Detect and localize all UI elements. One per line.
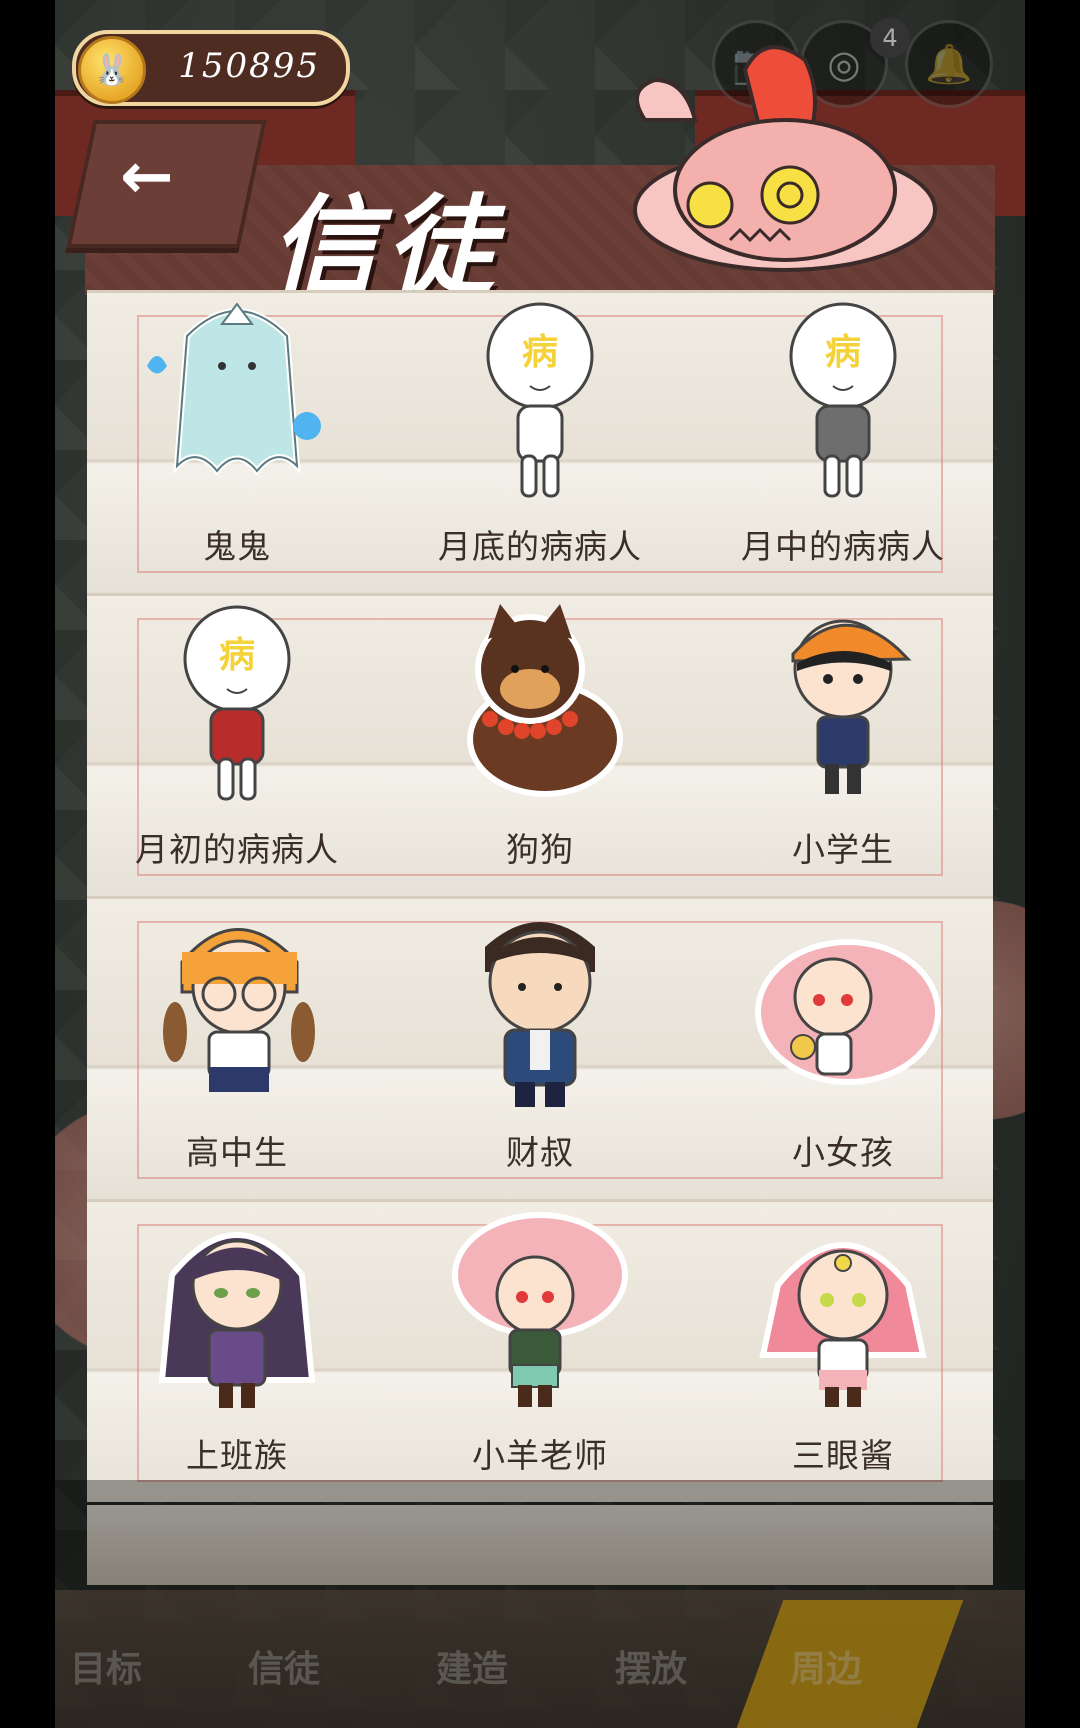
- sick-person-character-icon: 病: [486, 302, 594, 498]
- follower-card[interactable]: 上班族: [87, 1199, 387, 1489]
- follower-card[interactable]: 小女孩: [693, 896, 993, 1186]
- follower-card[interactable]: 病 月初的病病人: [87, 593, 387, 883]
- follower-name: 小学生: [792, 830, 894, 869]
- carrot-coin-icon: 🐰: [78, 36, 146, 104]
- follower-card[interactable]: 鬼鬼: [87, 290, 387, 580]
- back-arrow-icon[interactable]: ←: [120, 140, 174, 214]
- rabbit-mascot-icon: [633, 45, 937, 272]
- follower-name: 月底的病病人: [438, 527, 642, 566]
- follower-name: 鬼鬼: [203, 527, 271, 566]
- schoolboy-character-icon: [791, 619, 912, 794]
- follower-card[interactable]: 小学生: [693, 593, 993, 883]
- follower-card[interactable]: 病 月中的病病人: [693, 290, 993, 580]
- follower-name: 狗狗: [506, 830, 574, 869]
- sick-person-character-icon: 病: [789, 302, 897, 498]
- follower-name: 月初的病病人: [135, 830, 339, 869]
- follower-name: 财叔: [506, 1133, 574, 1172]
- follower-name: 小羊老师: [472, 1436, 608, 1475]
- dim-overlay: [55, 1480, 1025, 1728]
- follower-card[interactable]: 小羊老师: [390, 1199, 690, 1489]
- follower-card[interactable]: 病 月底的病病人: [390, 290, 690, 580]
- follower-name: 高中生: [186, 1133, 288, 1172]
- follower-card[interactable]: 狗狗: [390, 593, 690, 883]
- sheep-teacher-character-icon: [452, 1212, 628, 1407]
- ghost-character-icon: [147, 302, 321, 476]
- follower-name: 上班族: [186, 1436, 288, 1475]
- currency-value: 150895: [178, 46, 320, 86]
- follower-card[interactable]: 三眼酱: [693, 1199, 993, 1489]
- uncle-character-icon: [485, 922, 595, 1107]
- currency-bar: 🐰 150895: [72, 30, 350, 106]
- sick-mark: 病: [825, 332, 861, 373]
- sick-mark: 病: [219, 635, 255, 676]
- follower-name: 小女孩: [792, 1133, 894, 1172]
- dog-character-icon: [467, 604, 623, 797]
- sick-mark: 病: [522, 332, 558, 373]
- follower-card[interactable]: 财叔: [390, 896, 690, 1186]
- office-worker-character-icon: [158, 1232, 316, 1408]
- three-eye-girl-character-icon: [759, 1242, 927, 1407]
- highschool-girl-character-icon: [163, 928, 315, 1092]
- sick-person-character-icon: 病: [183, 605, 291, 801]
- follower-card[interactable]: 高中生: [87, 896, 387, 1186]
- follower-name: 月中的病病人: [741, 527, 945, 566]
- follower-shelves: 鬼鬼 病 月底的病病人 病 月中的病病人 病 月初的病病人 狗狗 小学生 高中生…: [87, 290, 993, 1590]
- little-girl-character-icon: [755, 939, 941, 1085]
- follower-name: 三眼酱: [792, 1436, 894, 1475]
